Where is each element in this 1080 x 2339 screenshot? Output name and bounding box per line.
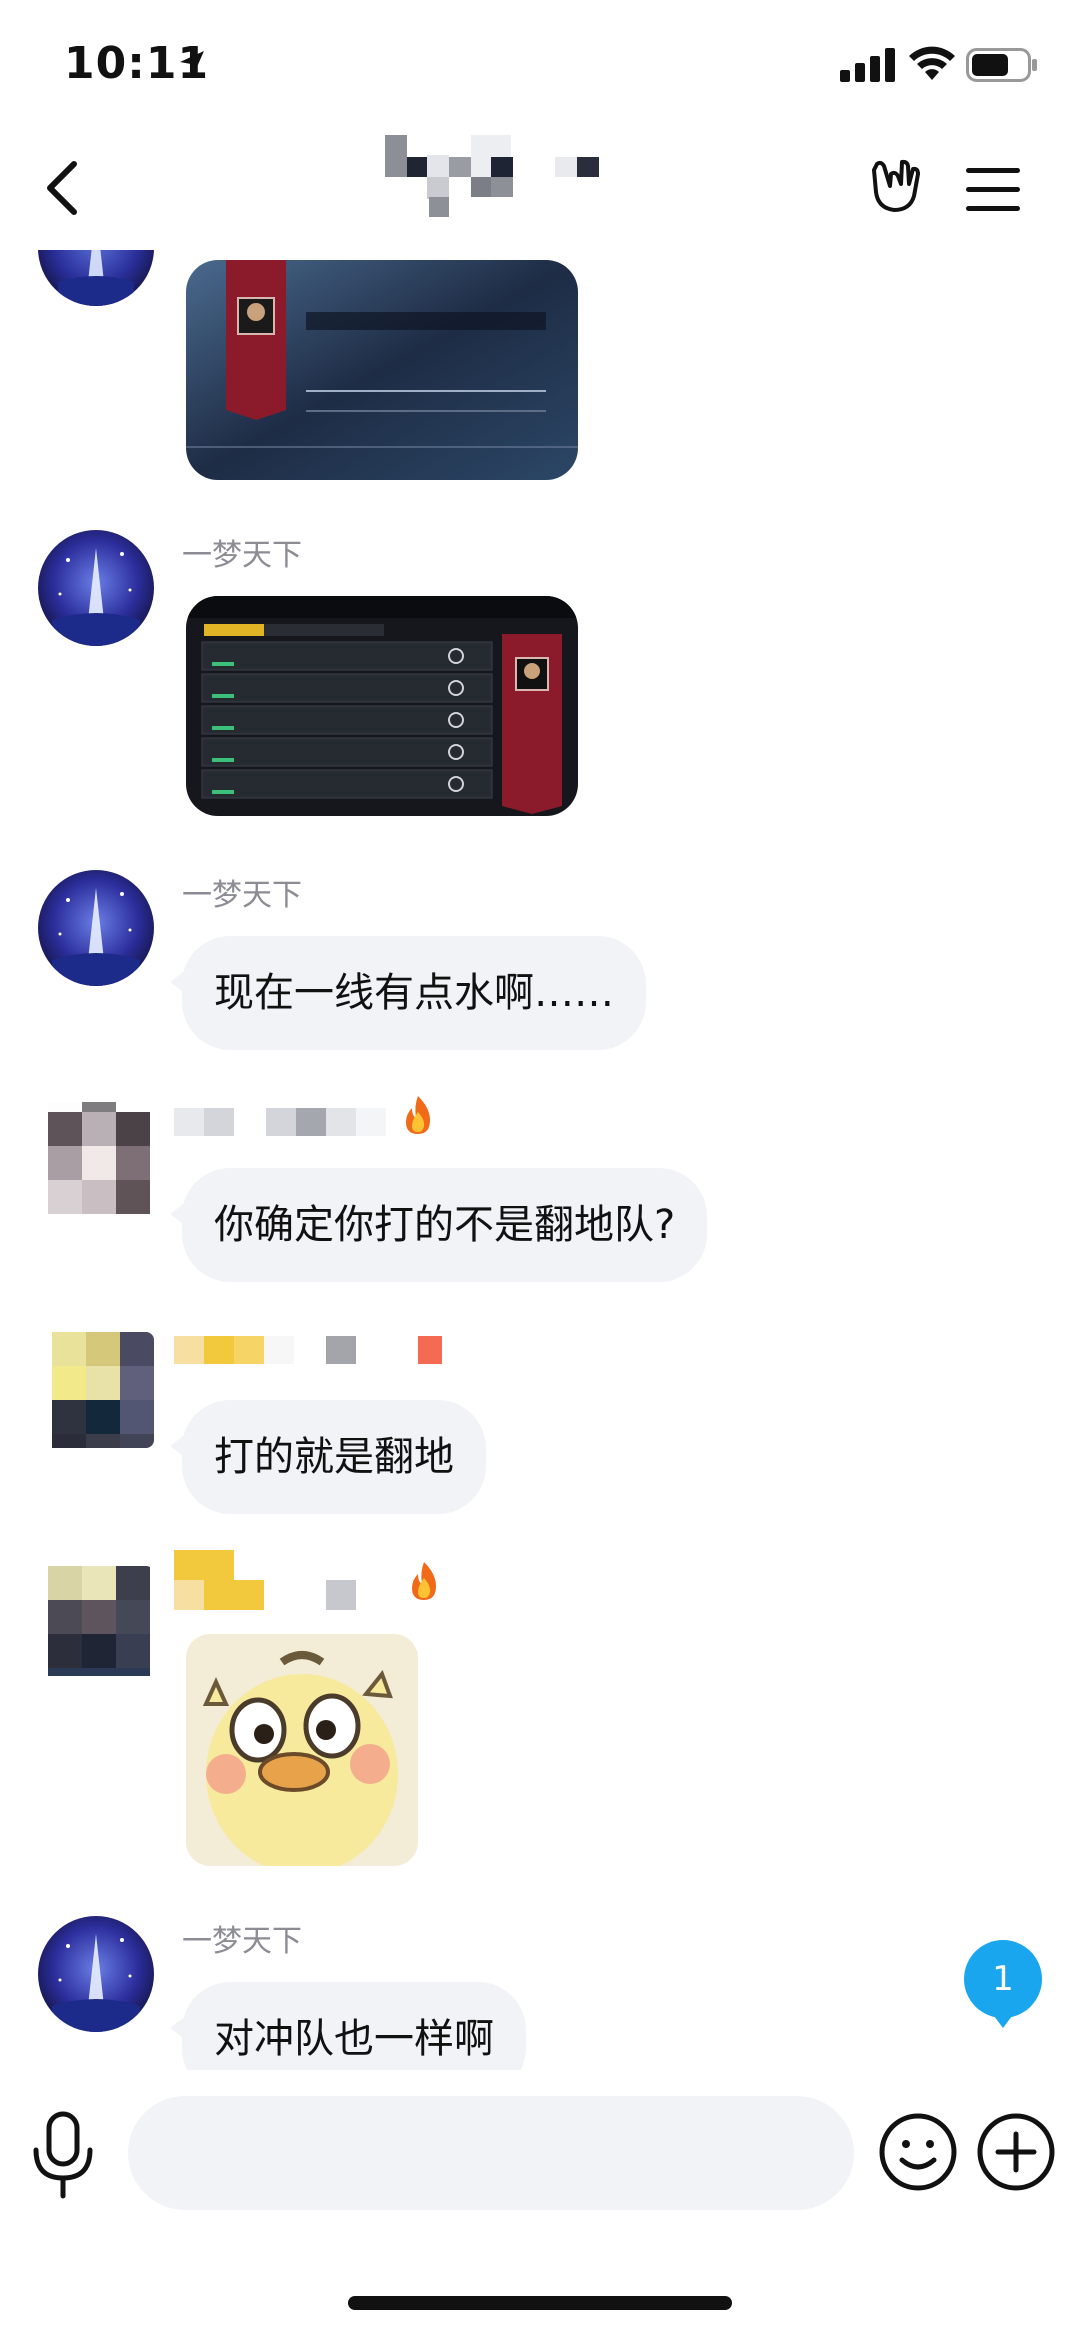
location-arrow-icon [180, 51, 204, 76]
status-bar: 10:11 [0, 0, 1080, 120]
avatar[interactable] [38, 250, 154, 306]
game-screenshot-image[interactable] [186, 260, 578, 480]
home-indicator[interactable] [348, 2296, 732, 2310]
avatar[interactable] [38, 870, 154, 986]
signal-icon [840, 48, 895, 82]
chat-message-list[interactable]: 一梦天下 一梦天下 现在一线有点水啊…… 你确定你打的不是翻地队? 打的就是翻地… [0, 250, 1080, 2070]
avatar[interactable] [38, 530, 154, 646]
sender-name-pixelated [174, 1332, 464, 1368]
wifi-icon [909, 46, 955, 80]
avatar[interactable] [38, 1332, 154, 1448]
duck-sticker-image[interactable] [186, 1634, 418, 1866]
sender-name: 一梦天下 [182, 878, 302, 913]
emoji-icon[interactable] [878, 2112, 958, 2192]
rock-hand-icon[interactable] [864, 156, 924, 216]
unread-count-badge[interactable]: 1 [964, 1940, 1042, 2028]
nav-bar [0, 120, 1080, 250]
fire-icon [412, 1562, 436, 1600]
message-bubble[interactable]: 打的就是翻地 [170, 1400, 486, 1514]
sender-name: 一梦天下 [182, 1924, 302, 1959]
battery-icon [966, 48, 1037, 82]
plus-icon[interactable] [976, 2112, 1056, 2192]
message-bubble[interactable]: 你确定你打的不是翻地队? [169, 1168, 708, 1282]
back-chevron-icon[interactable] [40, 160, 90, 216]
message-bubble[interactable]: 现在一线有点水啊…… [170, 936, 646, 1050]
avatar[interactable] [38, 1566, 154, 1682]
hamburger-menu-icon[interactable] [966, 168, 1020, 212]
input-bar [0, 2070, 1080, 2240]
avatar[interactable] [38, 1916, 154, 2032]
microphone-icon[interactable] [30, 2110, 96, 2200]
chat-title-pixelated [385, 135, 675, 245]
sender-name: 一梦天下 [182, 538, 302, 573]
message-bubble[interactable]: 对冲队也一样啊 [170, 1982, 526, 2070]
game-screenshot-image[interactable] [186, 596, 578, 816]
message-input[interactable] [128, 2096, 854, 2210]
avatar[interactable] [38, 1102, 154, 1218]
fire-icon [406, 1096, 430, 1134]
